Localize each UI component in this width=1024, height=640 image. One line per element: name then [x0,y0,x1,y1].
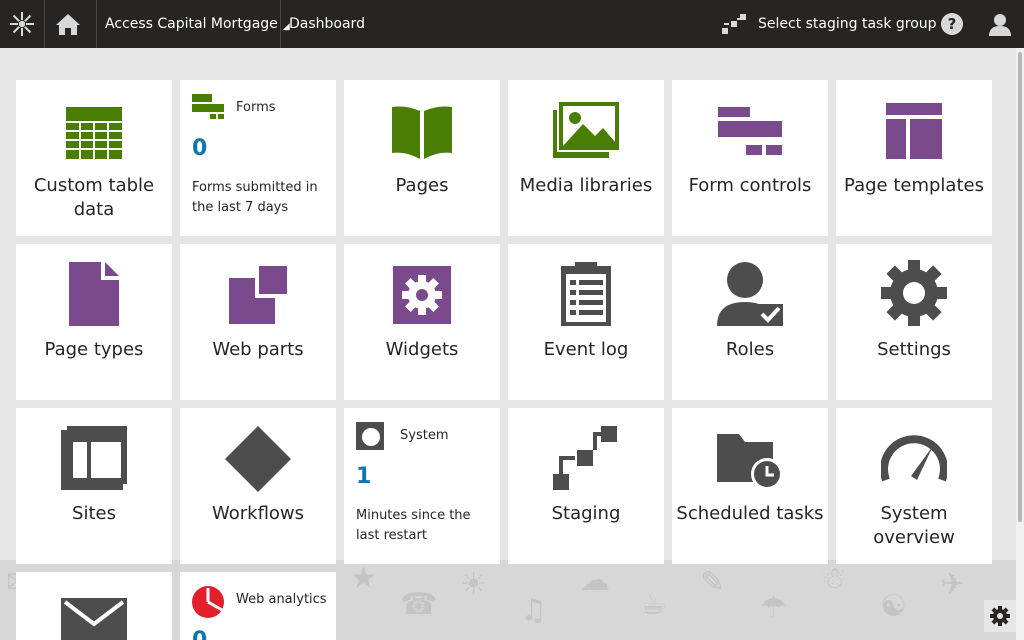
tile-label: Media libraries [519,175,653,196]
widget-value: 1 [356,464,372,489]
web-parts-icon [229,266,287,324]
tile-label: Sites [72,503,116,524]
tile-label: Web parts [212,339,304,360]
divider [280,0,281,48]
tile-label: Widgets [385,339,459,360]
tile-workflows[interactable]: Workflows [180,408,336,564]
tile-sites[interactable]: Sites [16,408,172,564]
widget-value: 0 [192,136,208,161]
folder-clock-icon [717,434,783,490]
staging-task-group-selector[interactable]: Select staging task group [722,0,937,48]
tile-label: Scheduled tasks [676,503,824,524]
gear-square-icon [393,266,451,324]
divider [96,0,97,48]
clipboard-list-icon [561,262,611,326]
tile-scheduled-tasks[interactable]: Scheduled tasks [672,408,828,564]
top-bar: Access Capital Mortgage ◢ Dashboard Sele… [0,0,1024,48]
widget-description: Forms submitted in the last 7 days [192,180,318,215]
staging-icon [722,14,746,34]
tile-label: Pages [395,175,449,196]
tile-web-analytics-widget[interactable]: Web analytics 0 [180,572,336,640]
tile-label: Page templates [844,175,984,196]
tile-widgets[interactable]: Widgets [344,244,500,400]
tile-system-overview[interactable]: System overview [836,408,992,564]
tile-page-templates[interactable]: Page templates [836,80,992,236]
site-name: Access Capital Mortgage [105,16,278,32]
staging-label: Select staging task group [758,16,937,32]
tile-page-types[interactable]: Page types [16,244,172,400]
widget-title: Web analytics [236,592,327,607]
tile-staging[interactable]: Staging [508,408,664,564]
tile-label: Custom table data [33,175,155,220]
tile-form-controls[interactable]: Form controls [672,80,828,236]
kentico-logo-icon[interactable] [6,0,38,48]
envelope-icon [61,598,127,640]
tile-label: Workflows [211,503,305,524]
user-icon[interactable] [988,0,1012,48]
sites-icon [61,426,127,490]
document-icon [69,262,119,326]
image-icon [553,102,619,158]
widget-title: System [400,428,449,443]
home-icon[interactable] [54,0,82,48]
site-selector[interactable]: Access Capital Mortgage ◢ [105,0,290,48]
svg-text:?: ? [948,15,957,33]
form-controls-icon [718,107,782,155]
table-icon [66,107,122,159]
tile-forms-widget[interactable]: Forms 0 Forms submitted in the last 7 da… [180,80,336,236]
book-icon [392,106,452,159]
tile-system-widget[interactable]: System 1 Minutes since the last restart [344,408,500,564]
app-name[interactable]: Dashboard [289,0,365,48]
tile-label: Roles [725,339,775,360]
forms-icon [192,94,224,119]
pie-chart-icon [192,586,224,618]
tile-settings[interactable]: Settings [836,244,992,400]
tile-custom-table-data[interactable]: Custom table data [16,80,172,236]
layout-icon [886,103,942,159]
help-icon[interactable]: ? [940,0,964,48]
tile-label: Page types [44,339,144,360]
tile-label: Settings [877,339,951,360]
tile-pages[interactable]: Pages [344,80,500,236]
tile-web-parts[interactable]: Web parts [180,244,336,400]
tile-roles[interactable]: Roles [672,244,828,400]
speedometer-icon [881,435,947,482]
user-check-icon [717,262,783,326]
scrollbar-thumb[interactable] [1018,52,1022,522]
widget-value: 0 [192,628,207,640]
staging-icon [553,426,617,490]
tile-label: Form controls [688,175,812,196]
tile-label: Staging [551,503,621,524]
widget-title: Forms [236,100,276,115]
tile-label: Event log [543,339,629,360]
dashboard-settings-button[interactable] [984,600,1016,632]
tile-email[interactable] [16,572,172,640]
system-icon [356,422,384,450]
widget-description: Minutes since the last restart [356,508,471,543]
divider [44,0,45,48]
tile-media-libraries[interactable]: Media libraries [508,80,664,236]
tile-event-log[interactable]: Event log [508,244,664,400]
gear-icon [881,260,947,326]
gear-icon [990,606,1010,626]
tile-label: System overview [873,503,955,548]
diamond-icon [225,426,291,492]
